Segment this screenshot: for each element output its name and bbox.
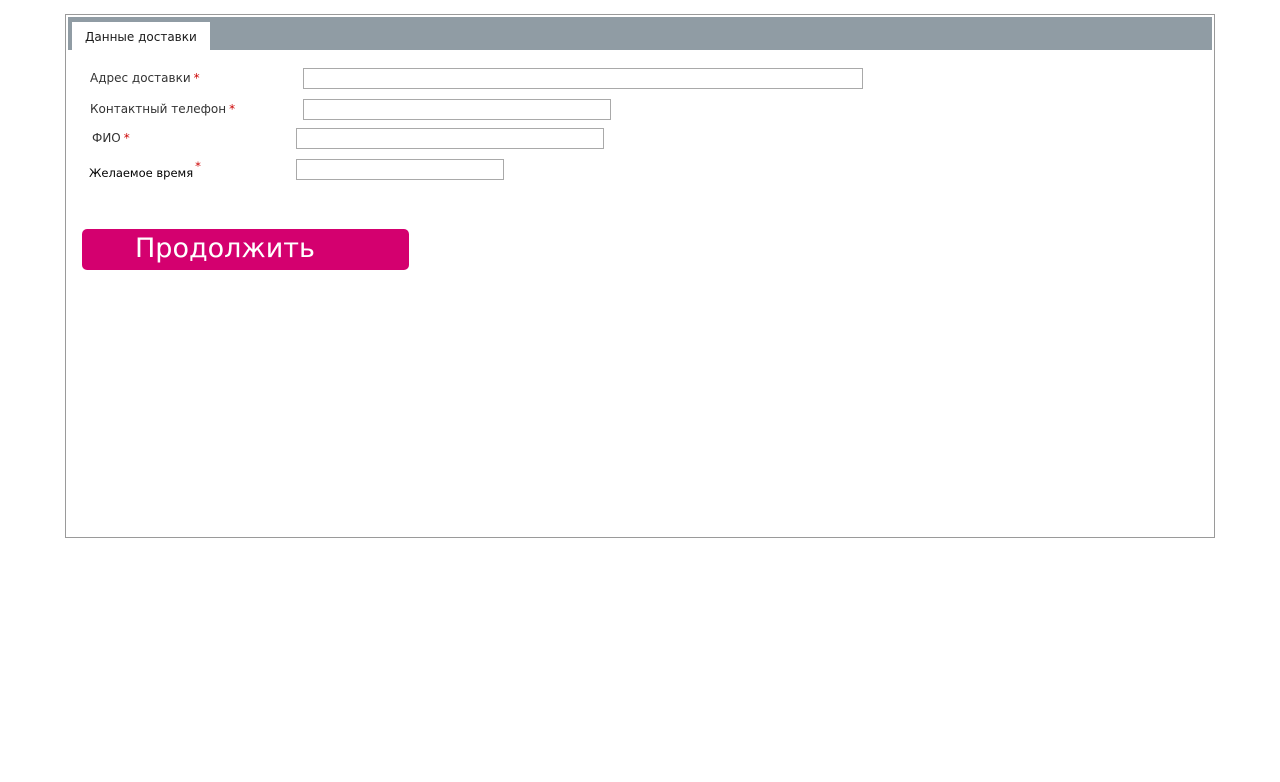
phone-input[interactable] — [303, 99, 611, 120]
fio-label: ФИО * — [92, 131, 130, 145]
phone-label: Контактный телефон * — [90, 102, 235, 116]
fio-label-text: ФИО — [92, 131, 121, 145]
address-label: Адрес доставки * — [90, 71, 200, 85]
delivery-panel: Данные доставки Адрес доставки * Контактн… — [65, 14, 1215, 538]
time-label-text: Желаемое время — [89, 166, 194, 180]
tab-bar: Данные доставки — [68, 17, 1212, 50]
phone-required-mark: * — [229, 102, 236, 116]
address-required-mark: * — [193, 71, 200, 85]
fio-input[interactable] — [296, 128, 604, 149]
time-label: Желаемое время * — [89, 159, 201, 180]
phone-label-text: Контактный телефон — [90, 102, 227, 116]
time-required-mark: * — [195, 159, 201, 173]
tab-delivery-data[interactable]: Данные доставки — [72, 22, 210, 50]
address-label-text: Адрес доставки — [90, 71, 191, 85]
time-input[interactable] — [296, 159, 504, 180]
address-input[interactable] — [303, 68, 863, 89]
continue-button[interactable]: Продолжить — [82, 229, 409, 270]
fio-required-mark: * — [123, 131, 130, 145]
